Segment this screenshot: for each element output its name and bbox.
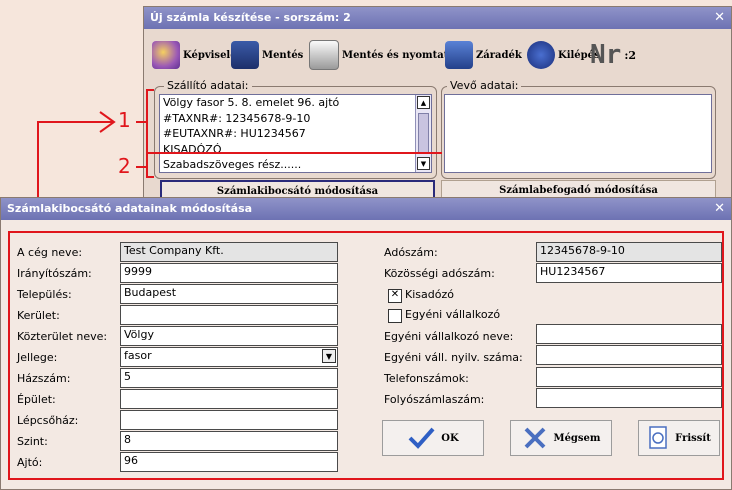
eu-tax-number-label: Közösségi adószám:: [384, 267, 495, 280]
supplier-line: Szabadszöveges rész......: [163, 158, 302, 171]
save-print-label: Mentés és nyomtatás: [342, 49, 461, 61]
supplier-line: Völgy fasor 5. 8. emelet 96. ajtó: [163, 96, 340, 109]
representative-icon: [152, 41, 180, 69]
representative-label: Képviselő: [183, 49, 237, 61]
chevron-down-icon[interactable]: ▼: [322, 349, 336, 363]
refresh-button[interactable]: Frissít: [638, 420, 720, 456]
floppy-disk-icon: [231, 41, 259, 69]
number-label: Nr: [590, 40, 622, 70]
city-label: Település:: [17, 288, 72, 301]
district-field[interactable]: [120, 305, 338, 325]
buyer-group-label: Vevő adatai:: [447, 79, 522, 92]
modify-issuer-label: Számlakibocsátó módosítása: [216, 186, 379, 197]
save-button[interactable]: Mentés: [231, 37, 303, 73]
building-label: Épület:: [17, 393, 56, 406]
cancel-button[interactable]: Mégsem: [510, 420, 612, 456]
street-label: Közterület neve:: [17, 330, 108, 343]
zip-label: Irányítószám:: [17, 267, 92, 280]
bank-account-field[interactable]: [536, 388, 722, 408]
modify-receiver-label: Számlabefogadó módosítása: [499, 185, 658, 196]
clause-button[interactable]: Záradék: [445, 37, 522, 73]
refresh-label: Frissít: [675, 432, 711, 444]
tax-number-label: Adószám:: [384, 246, 438, 259]
supplier-line: #EUTAXNR#: HU1234567: [163, 127, 306, 140]
sole-trader-name-field[interactable]: [536, 324, 722, 344]
kisadozo-label: Kisadózó: [405, 288, 454, 301]
cross-icon: [524, 427, 545, 449]
phone-field[interactable]: [536, 367, 722, 387]
zip-field[interactable]: 9999: [120, 263, 338, 283]
phone-label: Telefonszámok:: [384, 372, 469, 385]
ok-label: OK: [441, 432, 459, 444]
invoice-window-titlebar: Új számla készítése - sorszám: 2 ✕: [144, 7, 731, 29]
supplier-textbox[interactable]: Völgy fasor 5. 8. emelet 96. ajtó #TAXNR…: [159, 94, 432, 173]
number-display: Nr:2: [590, 37, 636, 73]
save-print-button[interactable]: Mentés és nyomtatás: [309, 37, 460, 73]
clause-label: Záradék: [476, 49, 522, 61]
refresh-document-icon: [649, 426, 667, 449]
house-number-field[interactable]: 5: [120, 368, 338, 388]
annotation-arrow-icon: [37, 111, 116, 206]
ok-button[interactable]: OK: [382, 420, 484, 456]
street-type-value: fasor: [124, 349, 152, 362]
supplier-line: #TAXNR#: 12345678-9-10: [163, 111, 311, 125]
sole-trader-checkbox[interactable]: [388, 309, 402, 323]
representative-button[interactable]: Képviselő: [152, 37, 237, 73]
street-field[interactable]: Völgy: [120, 326, 338, 346]
number-value: :2: [624, 48, 637, 62]
floor-label: Szint:: [17, 435, 48, 448]
issuer-dialog-title: Számlakibocsátó adatainak módosítása: [7, 202, 253, 215]
folder-icon: [445, 41, 473, 69]
close-icon[interactable]: ✕: [714, 7, 725, 29]
kisadozo-checkbox[interactable]: ✕: [388, 289, 402, 303]
street-type-label: Jellege:: [17, 351, 58, 364]
door-field[interactable]: 96: [120, 452, 338, 472]
sole-trader-reg-field[interactable]: [536, 345, 722, 365]
annotation-dash-2: [136, 166, 146, 168]
bank-account-label: Folyószámlaszám:: [384, 393, 485, 406]
printer-icon: [309, 40, 339, 70]
supplier-scrollbar[interactable]: ▲ ▼: [415, 95, 431, 172]
sole-trader-name-label: Egyéni vállalkozó neve:: [384, 330, 514, 343]
staircase-field[interactable]: [120, 410, 338, 430]
floor-field[interactable]: 8: [120, 431, 338, 451]
invoice-window-title: Új számla készítése - sorszám: 2: [150, 11, 351, 24]
sole-trader-label: Egyéni vállalkozó: [405, 308, 501, 321]
staircase-label: Lépcsőház:: [17, 414, 79, 427]
save-label: Mentés: [262, 49, 304, 61]
scroll-up-icon[interactable]: ▲: [417, 96, 430, 109]
checkmark-icon: [408, 427, 435, 449]
issuer-dialog: Számlakibocsátó adatainak módosítása ✕ A…: [0, 197, 732, 490]
house-number-label: Házszám:: [17, 372, 71, 385]
street-type-select[interactable]: fasor ▼: [120, 347, 338, 367]
close-icon[interactable]: ✕: [714, 198, 725, 220]
cancel-label: Mégsem: [553, 432, 601, 444]
district-label: Kerület:: [17, 309, 60, 322]
company-name-field[interactable]: Test Company Kft.: [120, 242, 338, 262]
sole-trader-reg-label: Egyéni váll. nyilv. száma:: [384, 351, 523, 364]
building-field[interactable]: [120, 389, 338, 409]
annotation-bracket: [146, 89, 154, 178]
supplier-group-label: Szállító adatai:: [164, 79, 252, 92]
scroll-thumb[interactable]: [418, 113, 429, 153]
buyer-textbox[interactable]: [444, 94, 712, 173]
issuer-dialog-titlebar: Számlakibocsátó adatainak módosítása ✕: [1, 198, 731, 220]
scroll-down-icon[interactable]: ▼: [417, 157, 430, 170]
company-name-label: A cég neve:: [17, 246, 83, 259]
eu-tax-number-field[interactable]: HU1234567: [536, 263, 722, 283]
city-field[interactable]: Budapest: [120, 284, 338, 304]
annotation-dash-1: [136, 121, 146, 123]
exit-button[interactable]: Kilépés: [527, 37, 600, 73]
supplier-line: KISADÓZÓ: [163, 142, 222, 156]
annotation-underline: [146, 152, 442, 154]
exit-runner-icon: [527, 41, 555, 69]
tax-number-field[interactable]: 12345678-9-10: [536, 242, 722, 262]
door-label: Ajtó:: [17, 456, 43, 469]
